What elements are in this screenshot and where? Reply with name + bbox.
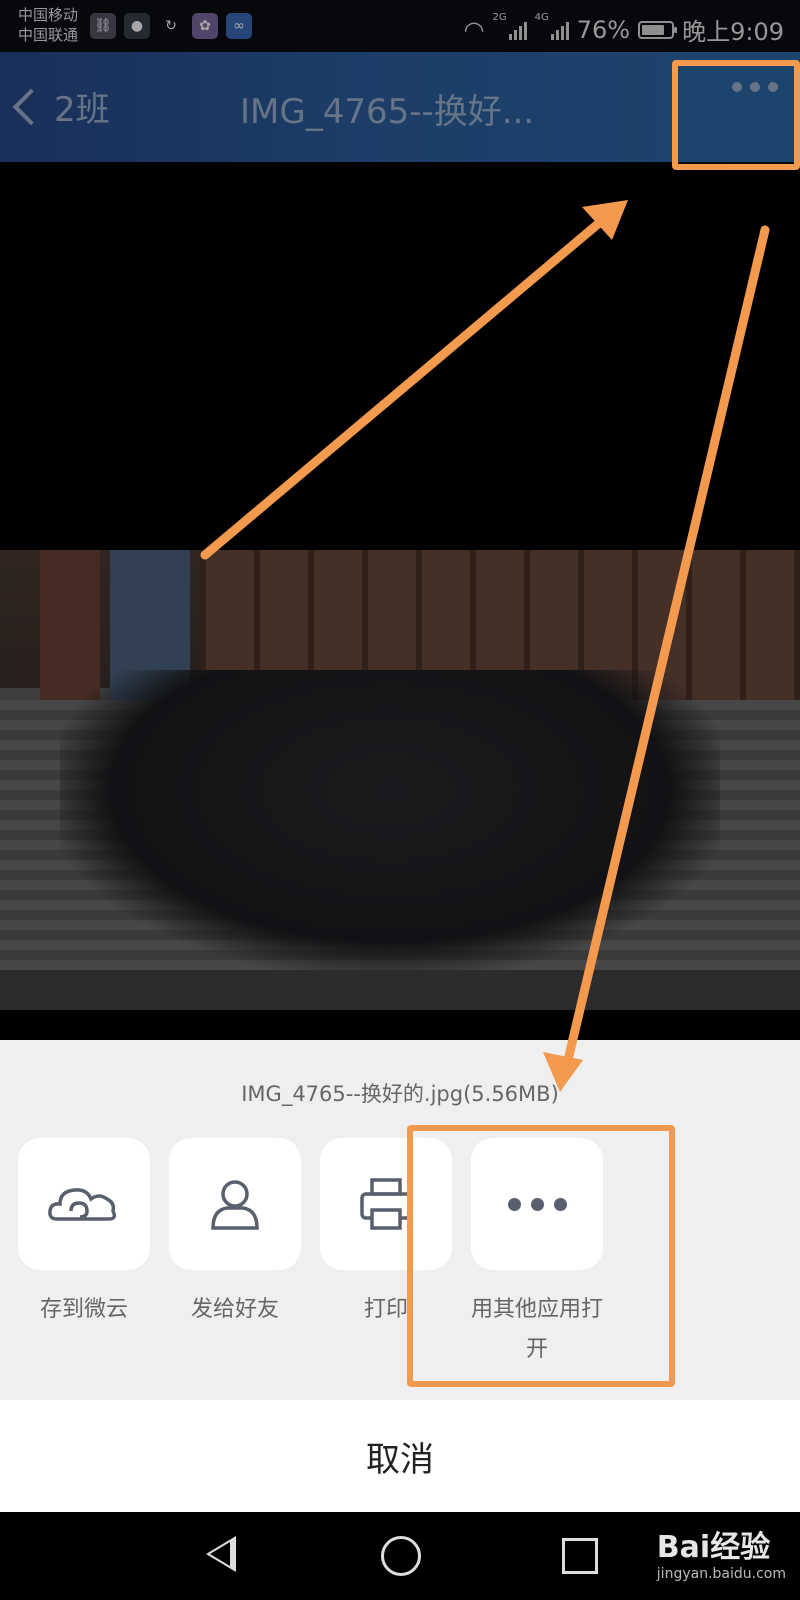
annotation-arrows <box>200 200 770 1092</box>
